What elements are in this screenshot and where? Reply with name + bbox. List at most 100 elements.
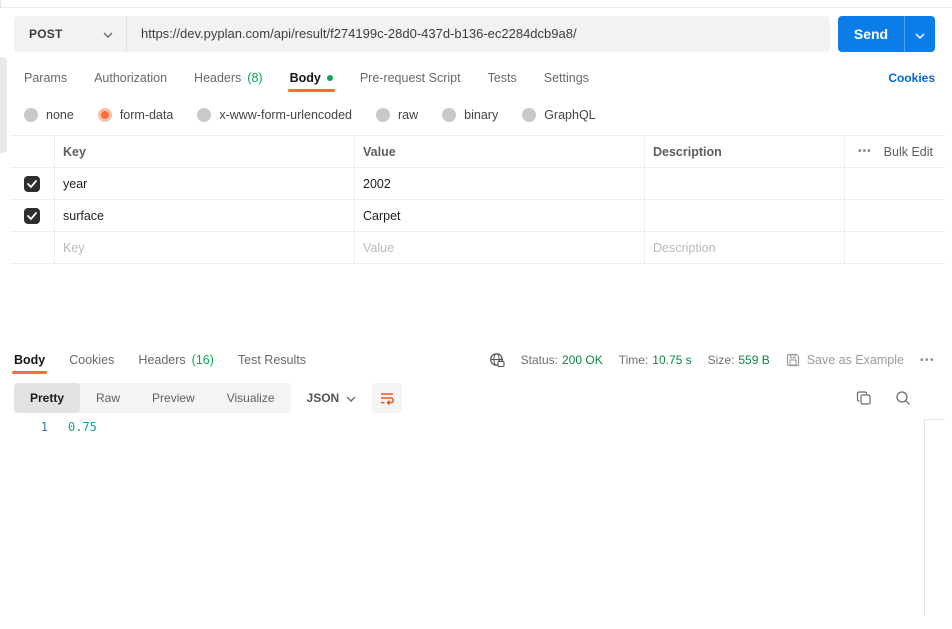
method-select[interactable]: POST [14,16,127,52]
response-more-actions-icon[interactable]: ••• [920,355,935,366]
key-column-header: Key [55,136,355,167]
response-value: 0.75 [68,420,97,434]
view-tab-visualize[interactable]: Visualize [211,383,291,413]
description-column-header: Description [645,136,845,167]
top-divider [0,0,952,8]
response-tabs: Body Cookies Headers (16) Test Results S… [11,346,935,374]
row-actions-cell [845,232,945,263]
cookies-link[interactable]: Cookies [888,71,935,85]
description-cell[interactable] [645,168,845,199]
new-description-input[interactable] [653,240,844,255]
chevron-down-icon [103,25,113,43]
row-checkbox-cell [10,200,55,231]
save-as-example-button[interactable]: Save as Example [786,353,904,367]
form-data-table: Key Value Description ••• Bulk Edit year… [10,135,945,264]
mode-x-www-form-urlencoded[interactable]: x-www-form-urlencoded [197,108,352,122]
table-row: year 2002 [10,168,945,200]
select-all-cell [10,136,55,167]
tab-settings[interactable]: Settings [544,63,589,92]
url-input[interactable]: https://dev.pyplan.com/api/result/f27419… [127,16,830,52]
tab-tests[interactable]: Tests [488,63,517,92]
method-label: POST [29,27,63,41]
format-select[interactable]: JSON [307,391,357,405]
response-tab-body[interactable]: Body [11,346,48,374]
value-column-header: Value [355,136,645,167]
new-value-input[interactable] [363,240,644,255]
tab-params[interactable]: Params [24,63,67,92]
radio-icon [522,108,537,122]
time-stat: Time: 10.75 s [618,353,692,367]
view-tab-pretty[interactable]: Pretty [14,383,81,413]
table-header-row: Key Value Description ••• Bulk Edit [10,136,945,168]
row-checkbox-cell [10,232,55,263]
bulk-edit-button[interactable]: Bulk Edit [884,145,933,159]
value-cell[interactable]: Carpet [355,200,645,231]
editor-scroll-track-top [924,419,945,420]
response-body: 1 0.75 [14,420,97,434]
radio-icon [376,108,390,122]
response-tab-test-results[interactable]: Test Results [238,346,306,374]
new-row [10,232,945,264]
radio-selected-icon [97,108,112,122]
wrap-text-button[interactable] [372,383,403,413]
globe-lock-icon[interactable] [489,352,505,368]
row-actions-cell [845,200,945,231]
value-cell[interactable]: 2002 [355,168,645,199]
body-present-dot-icon [326,74,333,81]
tab-body[interactable]: Body [287,63,336,92]
more-actions-icon[interactable]: ••• [858,146,872,157]
wrap-text-icon [379,390,395,406]
description-cell[interactable] [645,200,845,231]
viewbar-icons [856,390,935,406]
row-actions-cell [845,168,945,199]
key-cell[interactable]: year [55,168,355,199]
radio-icon [442,108,457,122]
rest-client-window: POST https://dev.pyplan.com/api/result/f… [0,0,952,629]
copy-button[interactable] [856,390,872,406]
headers-count: (8) [247,70,263,85]
key-cell[interactable]: surface [55,200,355,231]
new-description-cell [645,232,845,263]
new-key-cell [55,232,355,263]
response-tab-headers[interactable]: Headers (16) [138,346,213,374]
chevron-down-icon [915,27,925,42]
chevron-down-icon [346,391,356,405]
mode-graphql[interactable]: GraphQL [522,108,596,122]
table-actions-cell: ••• Bulk Edit [845,136,945,167]
checkbox-checked-icon[interactable] [24,175,40,192]
editor-scroll-track[interactable] [924,419,925,616]
mode-raw[interactable]: raw [376,108,418,122]
tab-headers[interactable]: Headers (8) [194,63,263,92]
table-row: surface Carpet [10,200,945,232]
mode-binary[interactable]: binary [442,108,498,122]
body-mode-options: none form-data x-www-form-urlencoded raw… [24,102,596,128]
request-url-row: POST https://dev.pyplan.com/api/result/f… [14,16,935,52]
view-tab-raw[interactable]: Raw [80,383,136,413]
search-button[interactable] [895,390,911,406]
sidebar-handle[interactable] [0,57,7,153]
size-stat: Size: 559 B [707,353,770,367]
response-meta: Status: 200 OK Time: 10.75 s Size: 559 B [489,352,935,368]
new-value-cell [355,232,645,263]
tab-pre-request-script[interactable]: Pre-request Script [360,63,461,92]
row-checkbox-cell [10,168,55,199]
view-tab-preview[interactable]: Preview [136,383,211,413]
send-button[interactable]: Send [838,16,904,52]
tab-authorization[interactable]: Authorization [94,63,167,92]
new-key-input[interactable] [63,240,354,255]
line-number: 1 [40,420,48,434]
copy-icon [856,390,872,406]
checkbox-checked-icon[interactable] [24,207,40,224]
search-icon [895,390,911,406]
time-value: 10.75 s [652,353,692,367]
response-tab-cookies[interactable]: Cookies [69,346,114,374]
mode-none[interactable]: none [24,108,74,122]
send-split-button: Send [838,16,935,52]
save-icon [786,353,800,367]
send-options-button[interactable] [904,16,935,52]
status-value: 200 OK [562,353,603,367]
mode-form-data[interactable]: form-data [97,108,173,122]
request-tabs: Params Authorization Headers (8) Body Pr… [24,63,935,92]
response-view-bar: Pretty Raw Preview Visualize JSON [14,383,935,413]
radio-icon [197,108,212,122]
